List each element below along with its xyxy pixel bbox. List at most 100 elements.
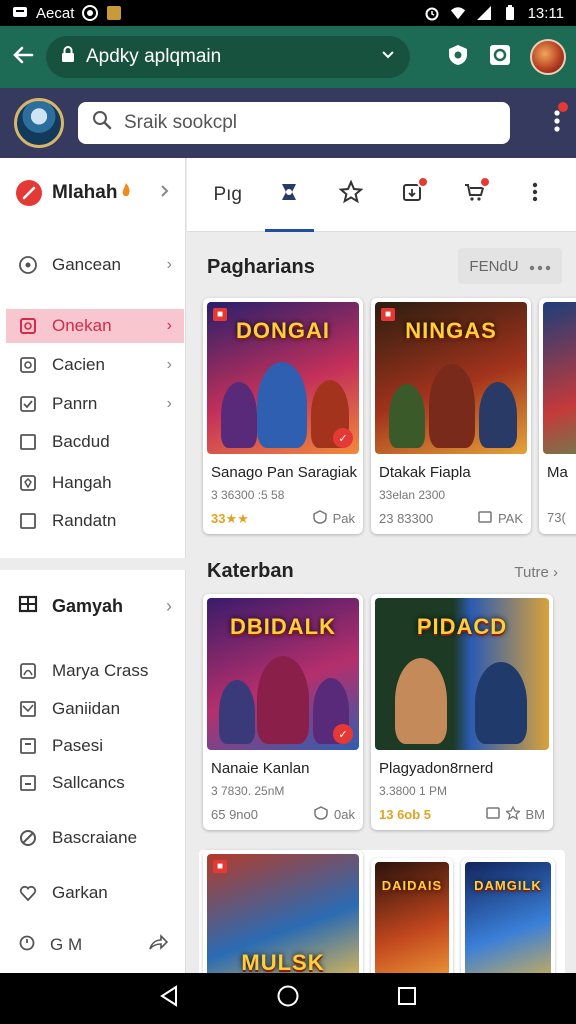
- game-art-title: PIDACD: [416, 614, 508, 639]
- heart-icon: [18, 883, 38, 903]
- settings-icon[interactable]: [18, 934, 36, 957]
- share-icon[interactable]: [148, 933, 169, 957]
- chevron-down-icon[interactable]: [380, 46, 396, 68]
- filter-chip[interactable]: FENdU: [458, 248, 562, 284]
- sidebar-section-gamyah[interactable]: Gamyah ›: [6, 588, 184, 624]
- square-icon: [18, 773, 38, 793]
- card-action: BM: [525, 807, 546, 822]
- game-title: Sanago Pan Saragiak: [211, 464, 357, 481]
- game-title: Nanaie Kanlan: [211, 760, 310, 777]
- recents-nav-icon[interactable]: [397, 986, 417, 1011]
- game-rating: 23 83300: [379, 511, 434, 526]
- wifi-icon: [450, 5, 466, 21]
- image-icon: [18, 699, 38, 719]
- notification-badge: [478, 175, 491, 188]
- sidebar-item-label: Cacien: [52, 355, 105, 374]
- sidebar-sub-item[interactable]: Ganiidan: [6, 692, 184, 726]
- square-icon: [18, 316, 38, 336]
- check-square-icon: [18, 394, 38, 414]
- notification-badge: [417, 175, 429, 188]
- card-footer: 73(: [547, 510, 576, 525]
- game-thumbnail: DONGAI ■ ✓: [207, 302, 359, 454]
- sidebar-sub-item[interactable]: Marya Crass: [6, 654, 184, 688]
- sidebar-item-label: Pasesi: [52, 736, 104, 755]
- sidebar-item-randatn[interactable]: Randatn: [6, 504, 184, 538]
- shield-icon[interactable]: [446, 43, 470, 72]
- tab-text[interactable]: Pıg: [197, 158, 259, 232]
- download-icon: [478, 510, 492, 527]
- see-all-link[interactable]: Tutre ›: [514, 564, 558, 581]
- game-title: Plagyadon8rnerd: [379, 760, 494, 777]
- see-all-label: Tutre: [514, 564, 549, 581]
- sidebar-brand[interactable]: Mlahah: [0, 158, 185, 228]
- square-icon: [18, 432, 38, 452]
- section-3: MULSK ■ DAIDAIS DAMGILK: [199, 850, 565, 973]
- square-icon: [18, 511, 38, 531]
- sidebar-section-label: Gamyah: [52, 595, 124, 616]
- sidebar-item-onekan[interactable]: Onekan ›: [6, 309, 184, 343]
- sidebar-item-panrn[interactable]: Panrn ›: [6, 387, 184, 421]
- chevron-right-icon: ›: [166, 317, 172, 334]
- sidebar-item-label: Bacdud: [52, 432, 110, 451]
- tab-downloads[interactable]: [382, 158, 444, 232]
- sidebar-item-bacdud[interactable]: Bacdud: [6, 425, 184, 459]
- signal-icon: [476, 5, 492, 21]
- game-card[interactable]: PIDACD Plagyadon8rnerd 3.3800 1 PM 13 6o…: [371, 594, 553, 830]
- card-action: 73(: [547, 510, 566, 525]
- back-arrow-icon[interactable]: [10, 42, 36, 73]
- account-avatar[interactable]: [530, 39, 566, 75]
- tab-ribbon[interactable]: [259, 158, 321, 232]
- ribbon-icon: [278, 181, 300, 209]
- chevron-right-icon: ›: [166, 356, 172, 373]
- game-card[interactable]: DONGAI ■ ✓ Sanago Pan Saragiak 3 36300 :…: [203, 298, 363, 534]
- game-card[interactable]: DAMGILK: [461, 858, 555, 973]
- sidebar-sub-item[interactable]: Sallcancs: [6, 766, 184, 800]
- game-thumbnail: DAIDAIS: [375, 862, 449, 973]
- chevron-right-icon[interactable]: [159, 182, 169, 204]
- tab-favorites[interactable]: [320, 158, 382, 232]
- sidebar-item-cacien[interactable]: Cacien ›: [6, 348, 184, 382]
- tab-switcher-icon[interactable]: [488, 43, 512, 72]
- star-icon: [504, 805, 521, 823]
- address-text: Apdky aplqmain: [86, 46, 222, 67]
- more-vert-icon[interactable]: [552, 101, 568, 139]
- sidebar-sub-item[interactable]: Pasesi: [6, 729, 184, 763]
- address-bar[interactable]: Apdky aplqmain: [46, 36, 410, 78]
- sidebar-sub-item[interactable]: Garkan: [6, 876, 184, 910]
- sidebar-footer-label: G M: [50, 935, 83, 954]
- search-icon: [92, 110, 112, 136]
- back-nav-icon[interactable]: [159, 985, 179, 1012]
- sidebar-divider: [0, 558, 186, 570]
- sidebar-sub-item[interactable]: Bascraiane: [6, 821, 184, 855]
- chevron-right-icon: ›: [166, 395, 172, 412]
- sidebar-item-gancean[interactable]: Gancean ›: [6, 248, 184, 282]
- home-nav-icon[interactable]: [276, 984, 300, 1013]
- game-card[interactable]: Ma 73(: [539, 298, 576, 534]
- tab-more[interactable]: [505, 158, 567, 232]
- game-card[interactable]: MULSK ■: [203, 850, 363, 973]
- sidebar-item-hangah[interactable]: Hangah: [6, 466, 184, 500]
- chevron-right-icon: ›: [166, 256, 172, 273]
- system-nav-bar: [0, 973, 576, 1024]
- ban-icon: [18, 828, 38, 848]
- game-title: Ma: [547, 464, 568, 481]
- alarm-icon: [424, 5, 440, 21]
- game-card[interactable]: DAIDAIS: [371, 858, 453, 973]
- tab-cart[interactable]: [443, 158, 505, 232]
- search-input[interactable]: Sraik sookcpl: [78, 102, 510, 144]
- profile-avatar[interactable]: [14, 98, 64, 148]
- game-card[interactable]: NINGAS ■ Dtakak Fiapla 33elan 2300 23 83…: [371, 298, 531, 534]
- sidebar-footer: G M: [0, 928, 186, 962]
- game-title: Dtakak Fiapla: [379, 464, 471, 481]
- shield-icon: [314, 806, 328, 823]
- game-art-title: NINGAS: [405, 318, 497, 343]
- game-meta: 3.3800 1 PM: [379, 784, 448, 798]
- game-card[interactable]: DBIDALK ✓ Nanaie Kanlan 3 7830. 25nM 65 …: [203, 594, 363, 830]
- game-thumbnail: NINGAS ■: [375, 302, 527, 454]
- circle-p-icon: [82, 5, 99, 21]
- content-area: Mlahah Gancean › Onekan › Cacien › Panrn…: [0, 158, 576, 973]
- status-bar: Aecat 13:11: [0, 0, 576, 26]
- chat-icon: [18, 255, 38, 275]
- shield-square-icon: [18, 473, 38, 493]
- download-icon: [485, 806, 500, 823]
